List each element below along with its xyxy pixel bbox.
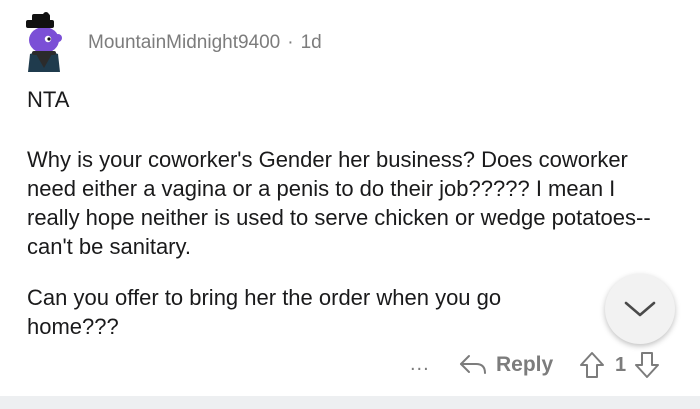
comment-paragraph: Can you offer to bring her the order whe… xyxy=(27,285,502,339)
reply-arrow-icon xyxy=(460,355,486,374)
comment-body: Can you offer to bring her the order whe… xyxy=(27,283,597,341)
chevron-down-icon xyxy=(624,301,656,317)
comment: MountainMidnight9400 · 1d NTA Why is your … xyxy=(0,0,700,396)
more-options-button[interactable]: ... xyxy=(410,350,430,378)
comment-meta: MountainMidnight9400 · 1d xyxy=(88,31,322,55)
comment-body: Why is your coworker's Gender her busine… xyxy=(27,145,667,261)
vote-controls: 1 xyxy=(579,348,660,382)
avatar[interactable] xyxy=(20,8,68,72)
reply-button[interactable]: Reply xyxy=(458,348,553,382)
avatar-icon xyxy=(26,12,62,72)
upvote-arrow-icon[interactable] xyxy=(579,351,605,379)
comment-age: 1d xyxy=(300,32,322,53)
reply-label: Reply xyxy=(496,353,554,376)
collapse-button[interactable] xyxy=(605,274,675,344)
bottom-divider xyxy=(0,396,700,409)
meta-separator: · xyxy=(287,32,294,53)
comment-actions: ... Reply 1 xyxy=(0,348,700,382)
comment-body: NTA xyxy=(27,85,667,114)
comment-paragraph: NTA xyxy=(27,87,70,112)
downvote-arrow-icon[interactable] xyxy=(634,351,660,379)
vote-score: 1 xyxy=(615,353,627,376)
comment-paragraph: Why is your coworker's Gender her busine… xyxy=(27,147,651,259)
author-name[interactable]: MountainMidnight9400 xyxy=(88,32,280,53)
